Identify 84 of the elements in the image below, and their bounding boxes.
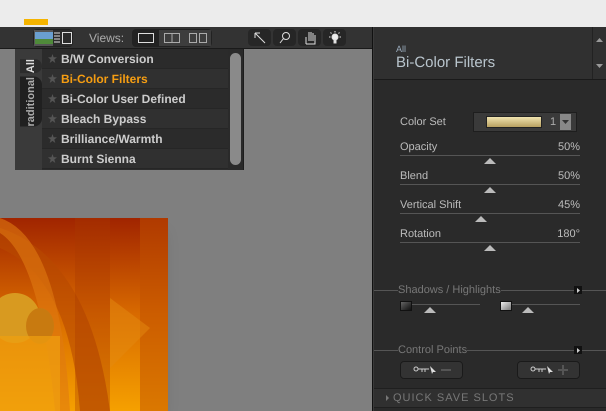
vertical-tab[interactable]: All	[20, 59, 42, 74]
star-icon[interactable]	[48, 94, 57, 103]
split-view-icon	[164, 32, 180, 42]
slider-reading: 50%	[558, 142, 580, 153]
star-icon[interactable]	[48, 74, 57, 83]
slider-track[interactable]	[512, 304, 580, 313]
slider-thumb[interactable]	[484, 245, 496, 251]
view-button[interactable]	[185, 30, 212, 46]
search-icon	[278, 30, 292, 44]
tool-button[interactable]	[273, 29, 296, 46]
slider-thumb[interactable]	[522, 307, 534, 313]
tool-button[interactable]	[298, 29, 322, 46]
add-control-point-button[interactable]	[517, 361, 580, 379]
right-arrow-icon	[576, 348, 580, 352]
filter-list-item[interactable]: Burnt Sienna	[42, 149, 228, 169]
color-swatch	[486, 116, 542, 128]
section-arrow-button[interactable]	[574, 346, 582, 354]
pointer-icon	[252, 30, 267, 44]
tool-button[interactable]	[248, 29, 272, 46]
slider-thumb[interactable]	[484, 158, 496, 164]
down-arrow-icon	[596, 64, 603, 68]
section-arrow-button[interactable]	[574, 286, 582, 294]
vertical-tab[interactable]: raditional	[20, 77, 42, 127]
slider-label: Vertical Shift	[400, 200, 462, 211]
filter-list-item[interactable]: Bi-Color Filters	[42, 69, 228, 89]
slider-reading: 180°	[557, 229, 580, 240]
color-set-picker[interactable]: 1	[473, 112, 577, 132]
plus-icon	[558, 365, 568, 375]
quick-save-title: QUICK SAVE SLOTS	[393, 390, 515, 406]
single-view-icon	[138, 32, 154, 42]
slider-track[interactable]	[400, 213, 580, 223]
tool-button[interactable]	[323, 29, 346, 46]
side-by-side-icon	[189, 32, 208, 42]
expand-arrow-icon	[386, 395, 389, 401]
filter-name: Brilliance/Warmth	[61, 130, 163, 148]
slider-track[interactable]	[400, 155, 580, 165]
view-mode-button[interactable]	[53, 30, 72, 46]
highlight-swatch	[500, 301, 512, 311]
color-set-value: 1	[550, 114, 556, 130]
caret-icon	[562, 120, 570, 124]
slider-thumb[interactable]	[424, 307, 436, 313]
slider-reading: 50%	[558, 171, 580, 182]
slider-track[interactable]	[412, 304, 480, 313]
section-title: Shadows / Highlights	[398, 282, 501, 298]
slider-track[interactable]	[400, 184, 580, 194]
star-icon[interactable]	[48, 54, 57, 63]
landscape-icon	[34, 32, 52, 44]
star-icon[interactable]	[48, 134, 57, 143]
slider-track[interactable]	[400, 242, 580, 252]
slider-label: Blend	[400, 171, 428, 182]
star-icon[interactable]	[48, 154, 57, 163]
hand-icon	[302, 30, 317, 44]
light-bulb-icon	[328, 30, 342, 44]
dropdown-button[interactable]	[560, 114, 572, 130]
category-label: All	[396, 45, 408, 54]
slider-label: Rotation	[400, 229, 441, 240]
app-logo	[24, 19, 48, 25]
view-button[interactable]	[159, 30, 186, 46]
shadow-swatch	[400, 301, 412, 311]
slider-thumb[interactable]	[484, 187, 496, 193]
up-arrow-icon	[596, 38, 603, 42]
key-pointer-icon	[412, 365, 436, 375]
filter-name: Bi-Color User Defined	[61, 90, 186, 108]
view-mode-button[interactable]	[34, 30, 53, 46]
remove-control-point-button[interactable]	[400, 361, 463, 379]
filter-name: Bi-Color Filters	[61, 70, 148, 88]
right-arrow-icon	[576, 288, 580, 292]
minus-icon	[440, 369, 450, 371]
color-set-label: Color Set	[400, 114, 446, 130]
filter-name: Bleach Bypass	[61, 110, 146, 128]
filter-name: Burnt Sienna	[61, 150, 136, 168]
filter-name: B/W Conversion	[61, 50, 154, 68]
slider-label: Opacity	[400, 142, 438, 153]
scrollbar-thumb[interactable]	[230, 53, 241, 165]
star-icon[interactable]	[48, 114, 57, 123]
slider-reading: 45%	[558, 200, 580, 211]
views-label: Views:	[89, 30, 124, 46]
list-icon	[54, 32, 72, 44]
view-button[interactable]	[133, 30, 160, 46]
filter-list-item[interactable]: Bleach Bypass	[42, 109, 228, 129]
slider-thumb[interactable]	[475, 216, 487, 222]
key-pointer-icon	[530, 365, 554, 375]
section-title: Control Points	[398, 342, 468, 358]
filter-title: Bi-Color Filters	[396, 54, 496, 73]
